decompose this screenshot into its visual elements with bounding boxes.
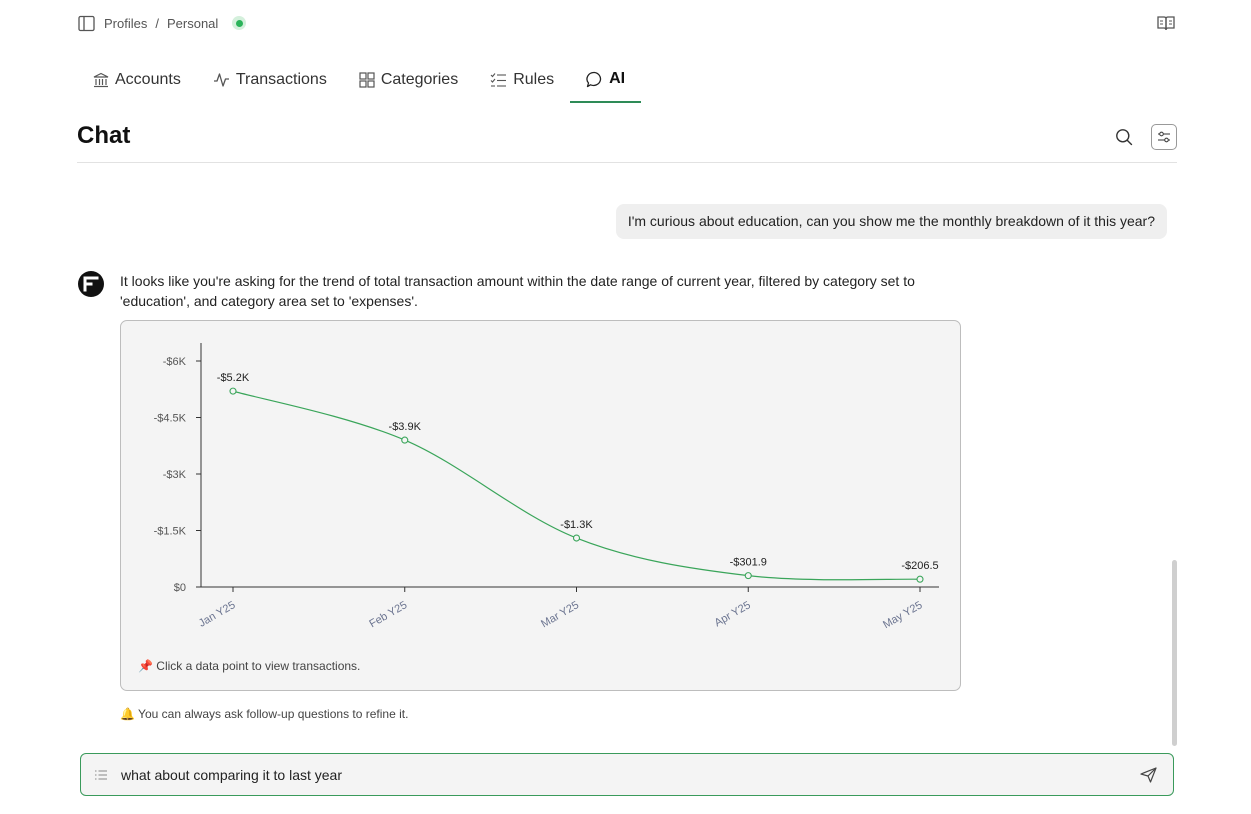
list-check-icon [490,72,507,88]
breadcrumb-separator: / [155,15,159,31]
search-icon[interactable] [1111,124,1137,150]
page-title: Chat [77,122,131,149]
data-point [744,572,752,580]
chat-bubble-icon [586,71,603,88]
tab-transactions[interactable]: Transactions [197,60,343,100]
x-tick-label: May Y25 [881,599,924,631]
tab-transactions-label: Transactions [235,71,327,88]
assistant-avatar [77,270,105,298]
data-point [229,387,237,395]
sidebar-toggle-icon[interactable] [77,14,95,32]
x-tick-label: Feb Y25 [367,599,409,630]
top-bar: Profiles / Personal [77,12,1177,34]
chart-card: $0 -$1.5K -$3K -$4.5K -$6K Jan Y25 Feb Y25 Mar … [120,320,961,691]
breadcrumb: Profiles / Personal [104,16,218,31]
data-point [572,534,581,542]
x-tick-label: Jan Y25 [197,599,238,629]
data-label: -$1.3K [560,519,593,531]
line-chart: $0 -$1.5K -$3K -$4.5K -$6K Jan Y25 Feb Y25 Mar … [154,343,939,631]
x-tick-label: Mar Y25 [539,599,581,630]
status-indicator [232,16,247,30]
grid-icon [359,72,375,88]
chat-scrollbar[interactable] [1172,560,1177,746]
user-message: I'm curious about education, can you sho… [615,204,1167,239]
tab-rules-label: Rules [513,71,555,88]
settings-sliders-icon[interactable] [1151,124,1177,150]
data-point [916,575,924,583]
y-tick-label: -$1.5K [154,526,187,538]
assistant-message: It looks like you're asking for the tren… [120,273,915,309]
book-icon[interactable] [1155,12,1177,34]
activity-icon [213,72,230,88]
send-icon[interactable] [1123,766,1173,783]
followup-hint: 🔔 You can always ask follow-up questions… [120,707,409,721]
chart-hint: 📌 Click a data point to view transaction… [138,659,361,673]
data-point [401,436,409,444]
page-header: Chat [77,118,1177,163]
tab-rules[interactable]: Rules [474,60,570,100]
data-label: -$5.2K [217,372,250,384]
header-actions [1111,124,1177,150]
list-icon[interactable] [81,769,121,781]
bank-icon [93,72,109,88]
y-tick-label: -$6K [163,356,187,368]
tab-accounts[interactable]: Accounts [77,60,197,100]
data-label: -$3.9K [389,421,422,433]
data-label: -$301.9 [730,557,767,569]
main-tabs: Accounts Transactions Categories Rules A… [77,60,642,103]
breadcrumb-personal[interactable]: Personal [167,16,218,31]
tab-ai[interactable]: AI [570,60,642,103]
chat-composer [80,753,1174,796]
y-tick-label: -$4.5K [154,413,187,425]
tab-categories[interactable]: Categories [343,60,474,100]
series-line [232,390,921,581]
breadcrumb-profiles[interactable]: Profiles [104,16,147,31]
tab-accounts-label: Accounts [115,71,181,88]
x-tick-label: Apr Y25 [712,599,752,629]
y-tick-label: -$3K [163,469,187,481]
chat-input[interactable] [121,766,1123,783]
y-tick-label: $0 [174,582,186,594]
data-label: -$206.5 [901,560,938,572]
tab-ai-label: AI [609,70,626,87]
tab-categories-label: Categories [380,71,459,88]
